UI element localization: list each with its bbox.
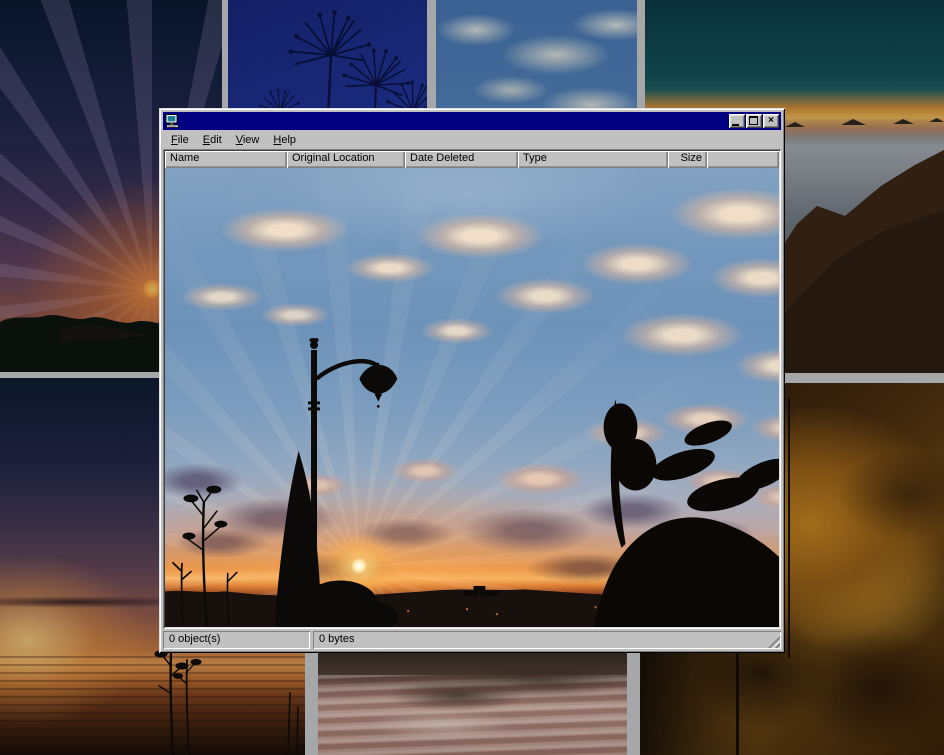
column-header-original-location[interactable]: Original Location [287,151,405,168]
menu-bar: File Edit View Help [163,130,781,149]
column-header-size[interactable]: Size [668,151,707,168]
menu-file[interactable]: File [164,132,196,148]
status-bar: 0 object(s) 0 bytes [163,631,781,649]
resize-grip[interactable] [768,636,780,648]
maximize-button[interactable] [746,114,762,128]
minimize-button[interactable] [729,114,745,128]
close-icon: × [768,116,774,126]
close-button[interactable]: × [763,114,779,128]
title-bar[interactable]: × [163,112,781,130]
menu-help[interactable]: Help [266,132,303,148]
listview-background-photo [165,168,779,627]
lamp-head [359,365,397,394]
silhouette-scene [165,168,779,627]
maximize-icon [749,116,758,125]
menu-view[interactable]: View [229,132,267,148]
column-header-row: Name Original Location Date Deleted Type… [165,151,779,168]
menu-edit[interactable]: Edit [196,132,229,148]
column-header-name[interactable]: Name [165,151,287,168]
status-bytes-text: 0 bytes [319,633,354,645]
column-header-date-deleted[interactable]: Date Deleted [405,151,518,168]
right-tree-group [594,399,779,627]
computer-icon[interactable] [165,114,180,128]
column-header-type[interactable]: Type [518,151,668,168]
status-bytes: 0 bytes [313,631,781,649]
recycle-bin-window: × File Edit View Help Name Original Loca… [159,108,785,653]
status-objects: 0 object(s) [163,631,310,649]
column-header-blank[interactable] [707,151,779,168]
left-sapling-trees [173,486,237,627]
desktop: × File Edit View Help Name Original Loca… [0,0,944,755]
minimize-icon [732,124,739,126]
file-list-view[interactable]: Name Original Location Date Deleted Type… [163,149,781,629]
